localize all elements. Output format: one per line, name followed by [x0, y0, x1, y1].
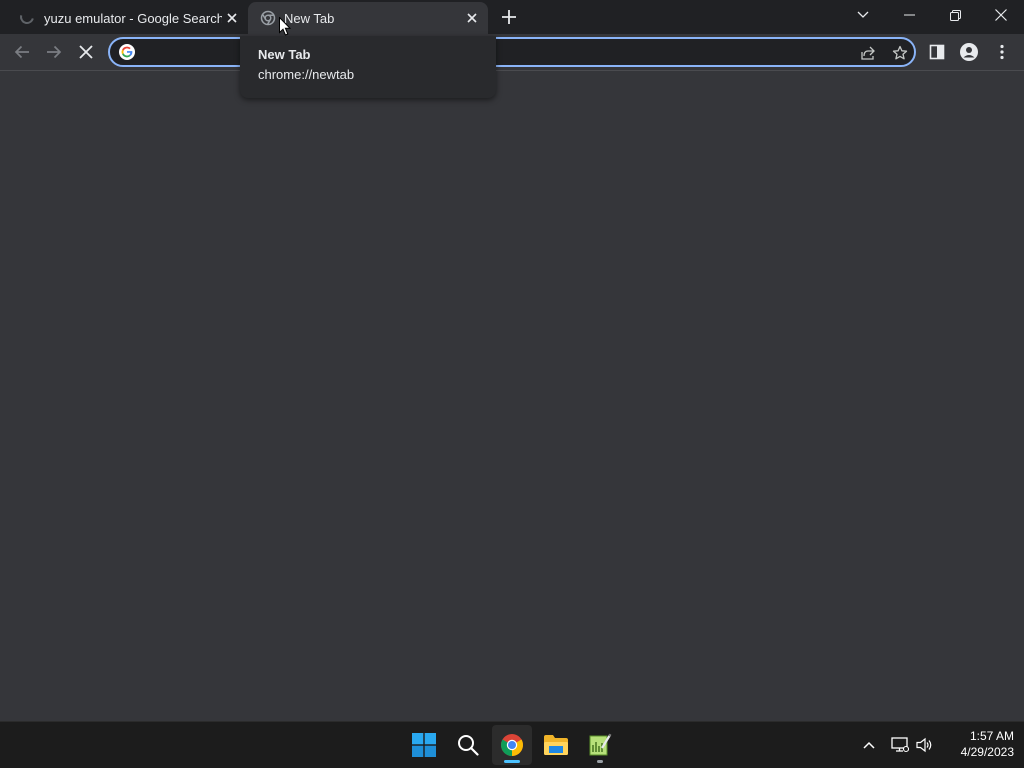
taskbar-chrome-button[interactable] [492, 725, 532, 765]
running-app-indicator [597, 760, 603, 763]
address-bar[interactable] [108, 37, 916, 67]
bookmark-star-icon[interactable] [890, 43, 910, 63]
share-icon[interactable] [858, 43, 878, 63]
hover-card-url: chrome://newtab [258, 67, 355, 82]
close-tab-icon[interactable] [462, 8, 482, 28]
clock-time: 1:57 AM [969, 729, 1014, 743]
close-tab-icon[interactable] [222, 8, 242, 28]
new-tab-button[interactable] [498, 6, 520, 28]
taskbar-file-explorer-button[interactable] [536, 725, 576, 765]
chrome-icon [501, 734, 523, 756]
clock-date: 4/29/2023 [960, 745, 1014, 759]
folder-icon [544, 735, 568, 755]
forward-button[interactable] [40, 38, 68, 66]
search-icon [458, 735, 479, 756]
mouse-cursor-icon [279, 17, 291, 36]
taskbar-notepad-plus-plus-button[interactable] [580, 725, 620, 765]
notepad-plus-plus-icon [589, 733, 612, 756]
back-button[interactable] [8, 38, 36, 66]
chrome-newtab-icon [260, 10, 276, 26]
tab-title: New Tab [284, 10, 335, 26]
tab-yuzu-search[interactable]: yuzu emulator - Google Search [8, 2, 248, 34]
windows-logo-icon [412, 733, 436, 757]
show-hidden-icons-button[interactable] [858, 734, 880, 756]
loading-spinner-icon [17, 7, 37, 27]
profile-avatar-button[interactable] [955, 38, 983, 66]
browser-toolbar [0, 34, 1024, 71]
tab-hover-card: New Tab chrome://newtab [240, 36, 496, 98]
taskbar: 1:57 AM 4/29/2023 [0, 721, 1024, 768]
start-button[interactable] [404, 725, 444, 765]
active-app-indicator [504, 760, 520, 763]
more-menu-button[interactable] [988, 38, 1016, 66]
tab-search-button[interactable] [840, 0, 886, 30]
hover-card-title: New Tab [258, 47, 311, 62]
volume-icon[interactable] [914, 734, 936, 756]
network-icon[interactable] [889, 734, 911, 756]
system-clock[interactable]: 1:57 AM 4/29/2023 [944, 728, 1014, 760]
taskbar-search-button[interactable] [448, 725, 488, 765]
close-window-button[interactable] [978, 0, 1024, 30]
tab-title: yuzu emulator - Google Search [44, 10, 222, 26]
stop-loading-button[interactable] [72, 38, 100, 66]
tab-strip: yuzu emulator - Google Search New Tab [0, 0, 1024, 34]
page-content [0, 71, 1024, 721]
google-g-icon [119, 44, 135, 60]
side-panel-button[interactable] [923, 38, 951, 66]
chevron-up-icon [863, 741, 875, 749]
restore-button[interactable] [932, 0, 978, 30]
minimize-button[interactable] [886, 0, 932, 30]
